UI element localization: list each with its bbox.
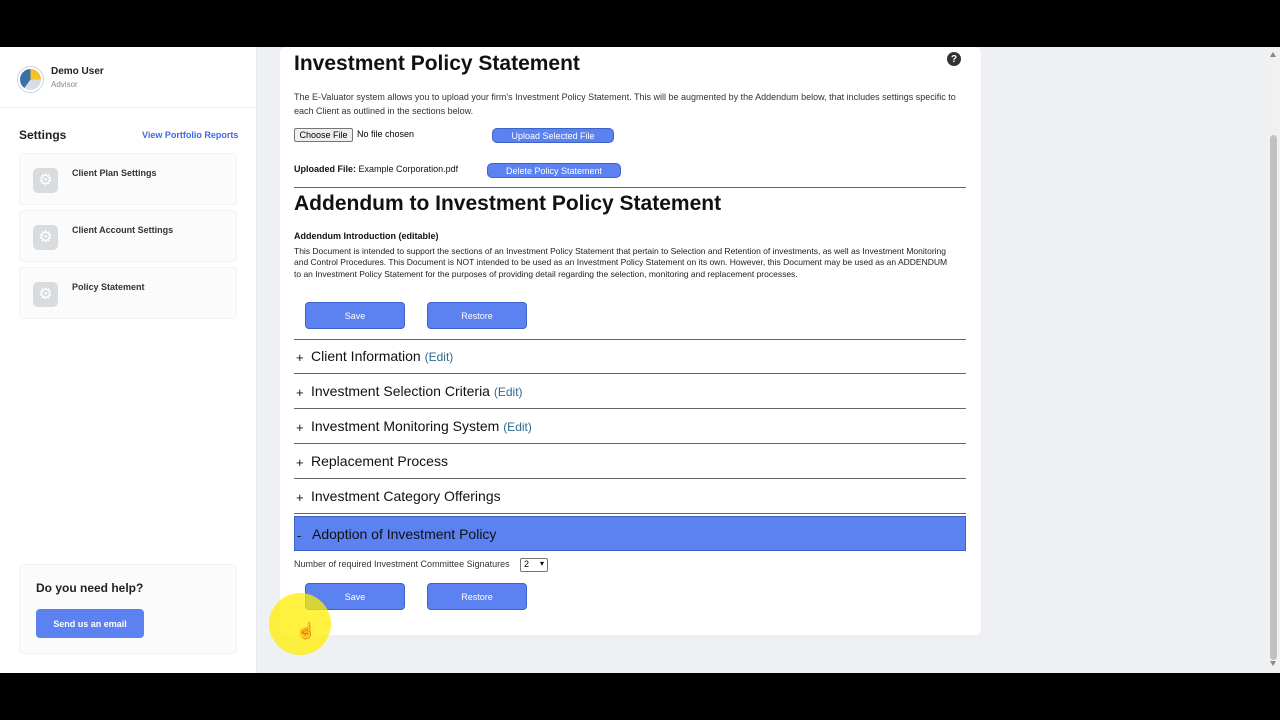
section-investment-selection-criteria[interactable]: + Investment Selection Criteria (Edit): [294, 374, 966, 409]
app-screen: Demo User Advisor Settings View Portfoli…: [0, 47, 1280, 673]
intro-text: The E-Valuator system allows you to uplo…: [294, 92, 956, 116]
section-title: Investment Monitoring System (Edit): [311, 418, 532, 434]
sidebar-item-label: Policy Statement: [72, 282, 145, 292]
edit-link[interactable]: (Edit): [425, 350, 454, 364]
section-title: Replacement Process: [311, 453, 448, 469]
settings-heading: Settings: [19, 128, 67, 142]
section-client-information[interactable]: + Client Information (Edit): [294, 339, 966, 374]
help-title: Do you need help?: [36, 581, 144, 595]
restore-button[interactable]: Restore: [427, 302, 527, 329]
gear-icon: ⚙: [33, 282, 58, 307]
main-panel: ? Investment Policy Statement The E-Valu…: [280, 47, 981, 635]
sidebar-item-client-account-settings[interactable]: ⚙ Client Account Settings: [19, 210, 237, 262]
signatures-value: 2: [524, 559, 530, 569]
signatures-select[interactable]: 2 ▾: [520, 558, 548, 572]
choose-file-button[interactable]: Choose File: [294, 128, 353, 142]
avatar: [18, 67, 43, 92]
sidebar-item-label: Client Plan Settings: [72, 168, 157, 178]
sidebar-item-client-plan-settings[interactable]: ⚙ Client Plan Settings: [19, 153, 237, 205]
upload-file-button[interactable]: Upload Selected File: [492, 128, 614, 143]
scroll-up-icon[interactable]: [1270, 52, 1276, 57]
section-investment-category-offerings[interactable]: + Investment Category Offerings: [294, 479, 966, 514]
section-replacement-process[interactable]: + Replacement Process: [294, 444, 966, 479]
addendum-intro-label: Addendum Introduction (editable): [294, 231, 439, 241]
expand-icon: +: [296, 385, 304, 400]
page-title: Investment Policy Statement: [294, 52, 580, 75]
collapse-icon: -: [297, 528, 302, 543]
edit-link[interactable]: (Edit): [494, 385, 523, 399]
send-email-button[interactable]: Send us an email: [36, 609, 144, 638]
gear-icon: ⚙: [33, 168, 58, 193]
section-title: Investment Category Offerings: [311, 488, 501, 504]
section-title: Investment Selection Criteria (Edit): [311, 383, 523, 399]
no-file-label: No file chosen: [357, 129, 415, 139]
sidebar-item-label: Client Account Settings: [72, 225, 174, 235]
sidebar-item-policy-statement[interactable]: ⚙ Policy Statement: [19, 267, 237, 319]
scroll-down-icon[interactable]: [1270, 661, 1276, 666]
addendum-intro-text[interactable]: This Document is intended to support the…: [294, 246, 954, 280]
expand-icon: +: [296, 420, 304, 435]
chevron-down-icon: ▾: [539, 559, 544, 568]
sidebar: Demo User Advisor Settings View Portfoli…: [0, 47, 257, 673]
divider: [294, 187, 966, 188]
delete-policy-button[interactable]: Delete Policy Statement: [487, 163, 621, 178]
uploaded-file-info: Uploaded File: Example Corporation.pdf: [294, 164, 458, 174]
addendum-title: Addendum to Investment Policy Statement: [294, 192, 722, 215]
letterbox-bottom: [0, 673, 1280, 720]
expand-icon: +: [296, 350, 304, 365]
letterbox-top: [0, 0, 1280, 47]
sidebar-divider: [0, 107, 257, 108]
uploaded-file-label: Uploaded File:: [294, 164, 357, 174]
edit-link[interactable]: (Edit): [503, 420, 532, 434]
save-button[interactable]: Save: [305, 302, 405, 329]
expand-icon: +: [296, 490, 304, 505]
signatures-label: Number of required Investment Committee …: [294, 559, 510, 569]
help-icon[interactable]: ?: [947, 52, 961, 66]
user-name: Demo User: [51, 66, 104, 77]
user-profile[interactable]: Demo User Advisor: [18, 65, 248, 95]
user-role: Advisor: [51, 80, 78, 89]
restore-button-adoption[interactable]: Restore: [427, 583, 527, 610]
section-title: Client Information (Edit): [311, 348, 454, 364]
page-scrollbar[interactable]: [1267, 47, 1280, 673]
section-adoption-of-investment-policy[interactable]: - Adoption of Investment Policy: [294, 516, 966, 551]
section-investment-monitoring-system[interactable]: + Investment Monitoring System (Edit): [294, 409, 966, 444]
hand-cursor-icon: ☝: [296, 623, 316, 640]
section-title: Adoption of Investment Policy: [312, 526, 497, 542]
view-portfolio-reports-link[interactable]: View Portfolio Reports: [142, 130, 238, 140]
uploaded-file-name: Example Corporation.pdf: [358, 164, 459, 174]
help-card: Do you need help? Send us an email: [19, 564, 237, 654]
gear-icon: ⚙: [33, 225, 58, 250]
scroll-thumb[interactable]: [1270, 135, 1277, 660]
expand-icon: +: [296, 455, 304, 470]
